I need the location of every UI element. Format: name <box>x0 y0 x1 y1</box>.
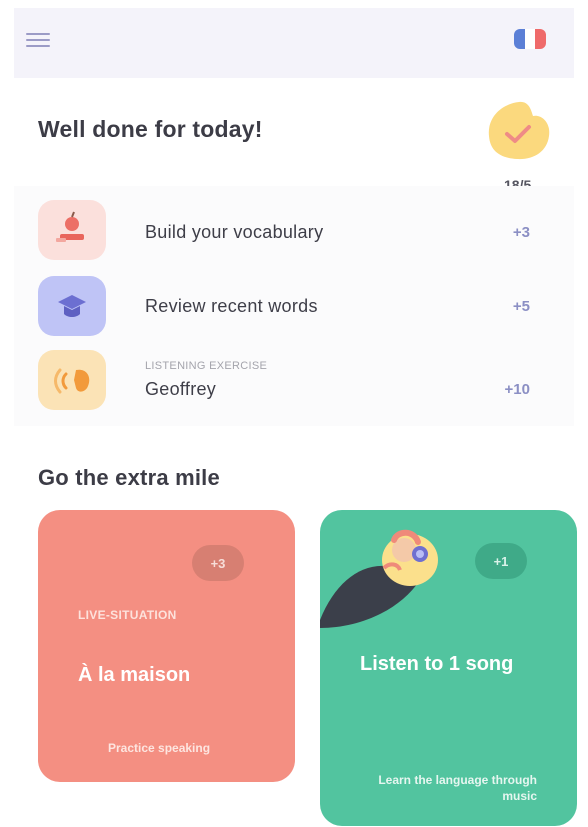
card-title: À la maison <box>78 664 191 686</box>
french-flag-icon[interactable] <box>514 29 546 49</box>
task-kicker: LISTENING EXERCISE <box>145 360 268 372</box>
task-listening-exercise[interactable]: LISTENING EXERCISE Geoffrey +10 <box>14 350 574 420</box>
task-title: Geoffrey <box>145 379 217 399</box>
listening-ear-icon <box>38 350 106 410</box>
points-badge: +1 <box>475 543 527 579</box>
daily-task-list: Build your vocabulary +3 Review recent w… <box>14 186 574 426</box>
task-points: +3 <box>512 224 530 241</box>
graduation-cap-icon <box>38 276 106 336</box>
task-points: +10 <box>504 381 530 398</box>
task-title: Build your vocabulary <box>145 222 324 242</box>
card-listen-song[interactable]: +1 Listen to 1 song Learn the language t… <box>320 510 577 826</box>
task-points: +5 <box>512 298 530 315</box>
task-build-vocabulary[interactable]: Build your vocabulary +3 <box>14 200 574 270</box>
card-footer: Practice speaking <box>108 741 211 755</box>
top-bar <box>14 8 574 78</box>
task-review-words[interactable]: Review recent words +5 <box>14 276 574 346</box>
extra-mile-title: Go the extra mile <box>38 465 220 490</box>
daily-title: Well done for today! <box>38 116 263 142</box>
hamburger-menu-icon[interactable] <box>26 33 50 47</box>
card-kicker: LIVE-SITUATION <box>78 608 177 622</box>
vocabulary-apple-icon <box>38 200 106 260</box>
card-title: Listen to 1 song <box>360 653 514 675</box>
checkmark-badge-icon <box>488 101 550 160</box>
card-footer: Learn the language through music <box>378 773 537 803</box>
card-live-situation[interactable]: +3 LIVE-SITUATION À la maison Practice s… <box>38 510 295 782</box>
points-badge: +3 <box>192 545 244 581</box>
task-title: Review recent words <box>145 296 318 316</box>
headphones-listener-icon <box>320 529 438 628</box>
